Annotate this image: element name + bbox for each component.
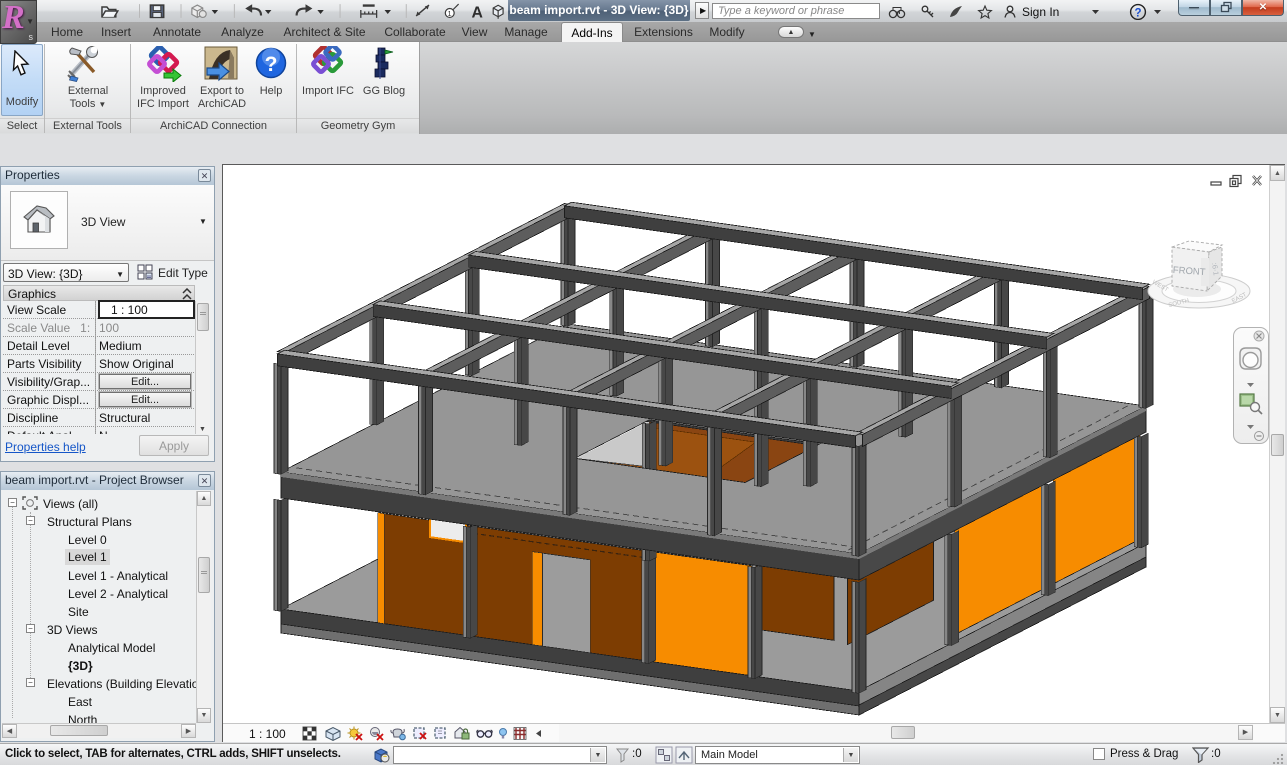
svg-text::6·1: :6·1 bbox=[1210, 262, 1221, 276]
svg-text:FRONT: FRONT bbox=[1172, 265, 1206, 278]
svg-text:A: A bbox=[471, 4, 482, 21]
svg-text:1: 1 bbox=[448, 9, 452, 18]
svg-text:Sign In: Sign In bbox=[1022, 5, 1059, 19]
svg-text:?: ? bbox=[265, 53, 278, 76]
svg-text:?: ? bbox=[1135, 8, 1142, 20]
